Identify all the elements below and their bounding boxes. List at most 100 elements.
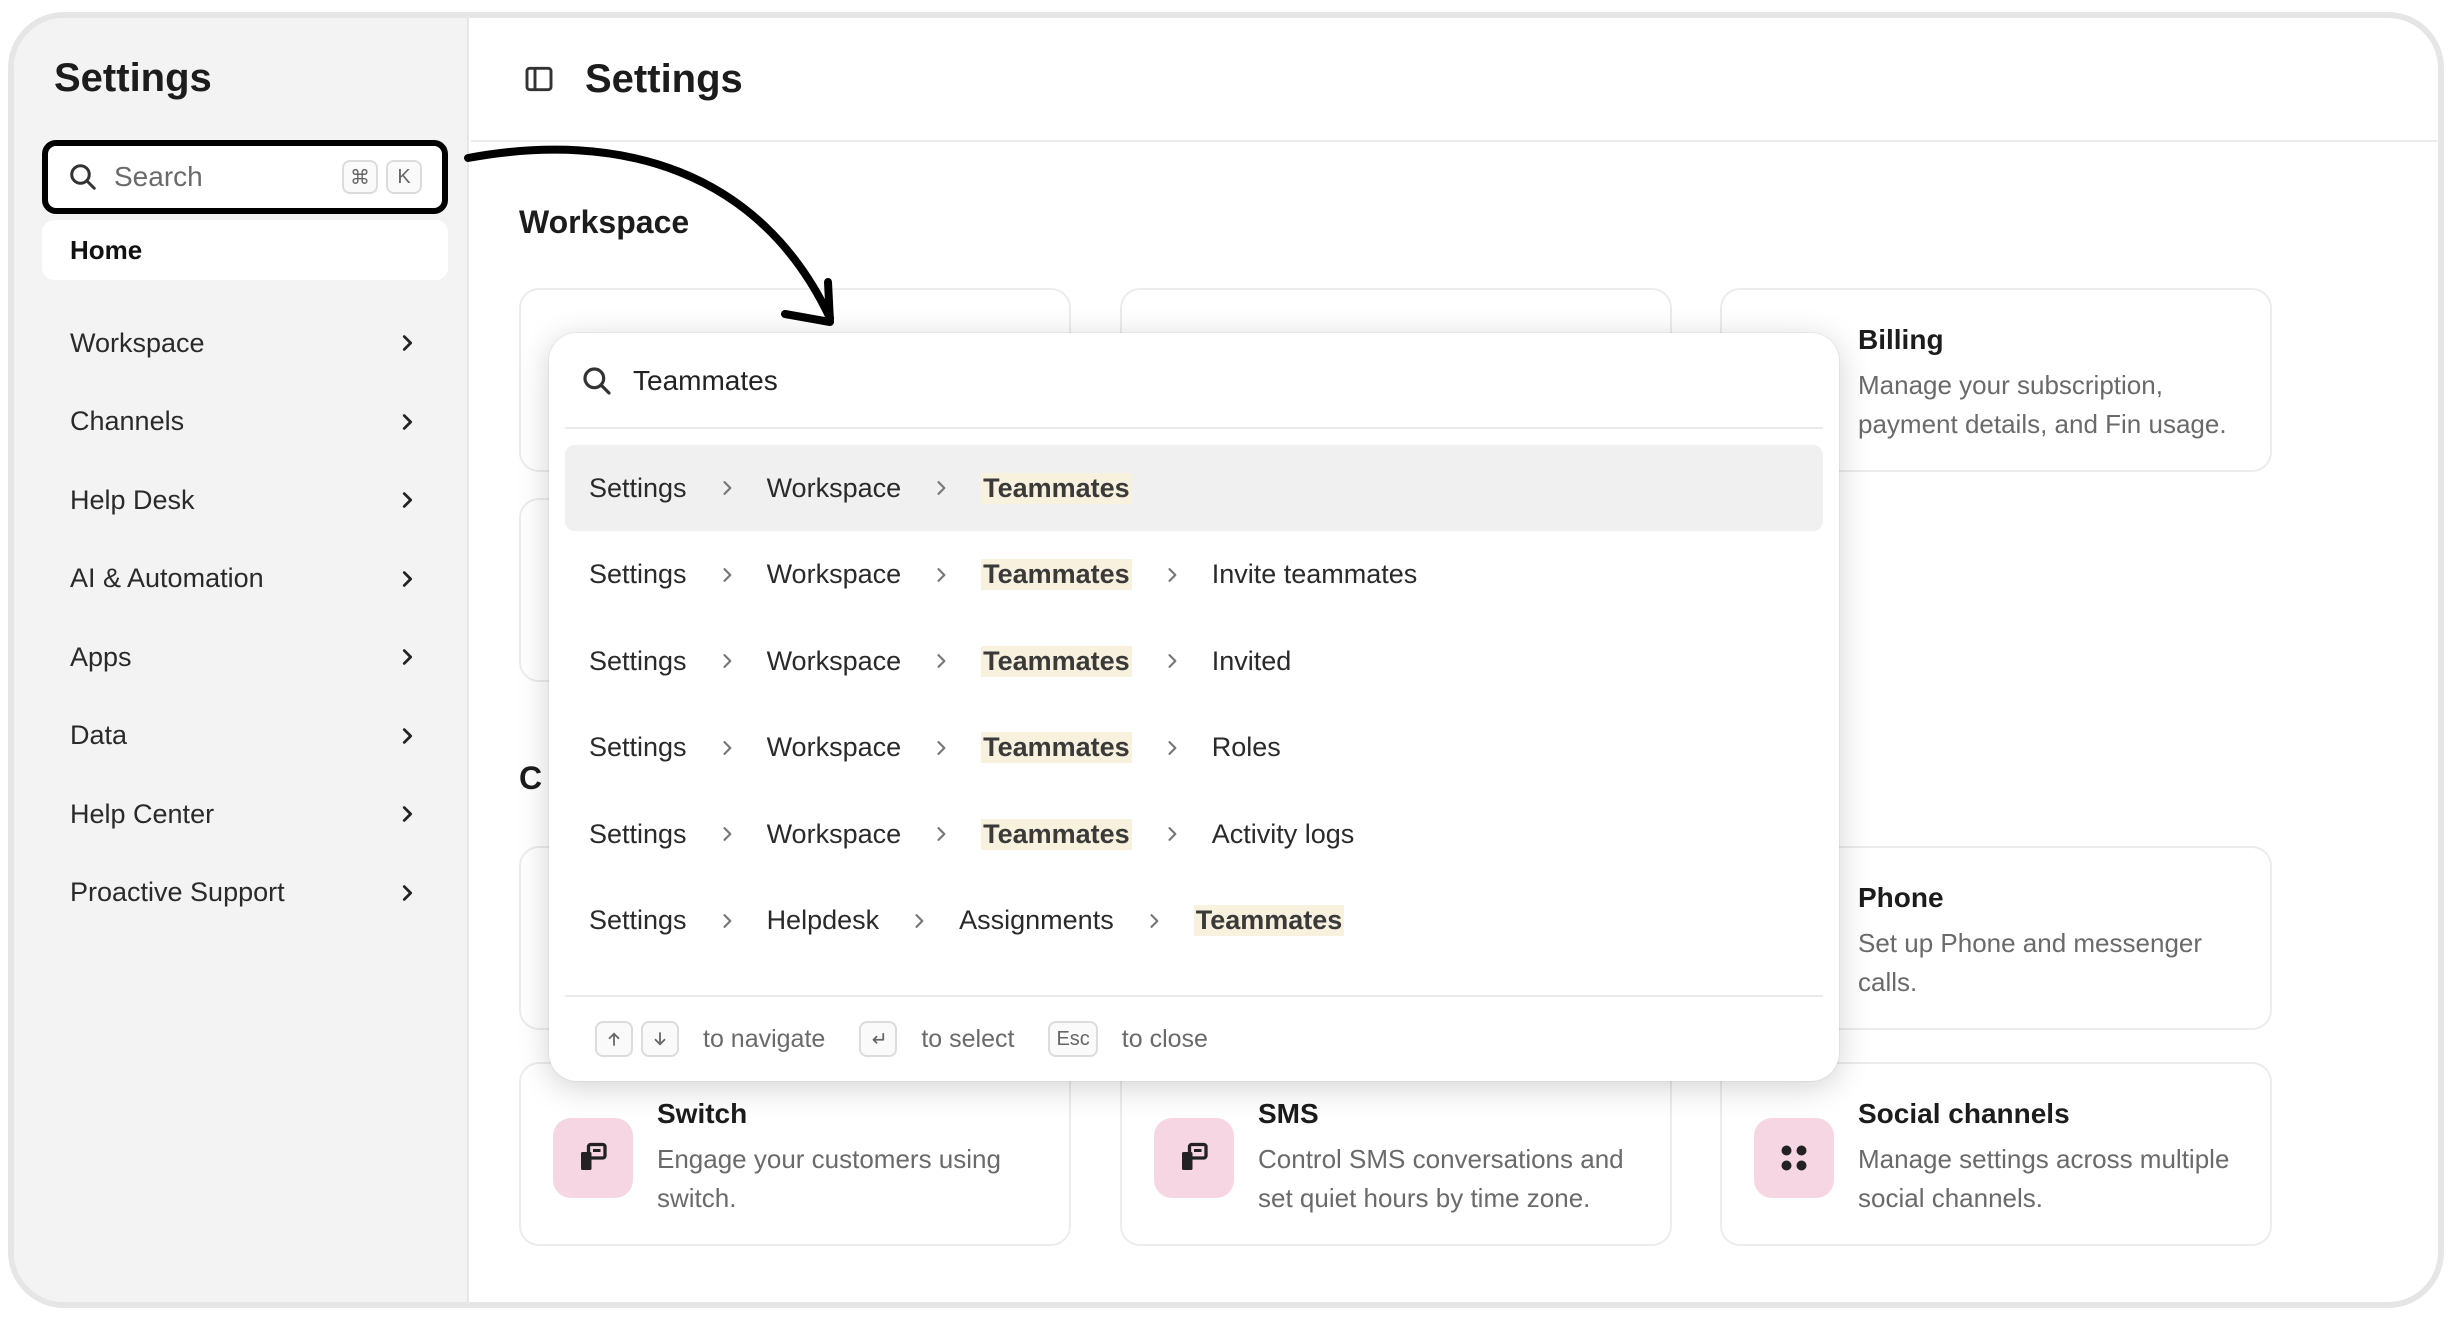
sidebar-item-home[interactable]: Home [42, 220, 448, 280]
breadcrumb-segment: Settings [589, 559, 687, 589]
sidebar-item-channels[interactable]: Channels [42, 383, 448, 462]
chevron-right-icon [402, 727, 413, 744]
chevron-right-icon [722, 567, 731, 582]
search-result-row[interactable]: Settings Workspace Teammates Activity logs [565, 791, 1823, 877]
footer-select-label: to select [921, 1024, 1015, 1053]
chevron-right-icon [722, 740, 731, 755]
palette-search-query: Teammates [633, 365, 778, 396]
breadcrumb-highlight: Teammates [981, 645, 1132, 677]
sidebar-item-label: Apps [70, 641, 132, 672]
card-title: Switch [657, 1098, 748, 1129]
chevron-right-icon [402, 335, 413, 352]
sidebar-nav: Workspace Channels Help Desk AI & Automa… [42, 304, 448, 932]
section-title-channels: C [519, 760, 543, 796]
chevron-right-icon [402, 884, 413, 901]
breadcrumb-segment: Helpdesk [766, 905, 880, 935]
sidebar-item-help-center[interactable]: Help Center [42, 775, 448, 854]
search-result-row[interactable]: Settings Workspace Teammates Invite teammat… [565, 532, 1823, 618]
card-description: Engage your customers using switch. [657, 1144, 1001, 1213]
sidebar-toggle-icon[interactable] [523, 63, 555, 95]
sidebar-title: Settings [54, 56, 212, 100]
breadcrumb-segment: Settings [589, 818, 687, 849]
chevron-right-icon [1168, 740, 1177, 755]
sidebar-item-label: Proactive Support [70, 877, 285, 908]
arrow-down-key [641, 1021, 679, 1057]
card-title: Phone [1858, 882, 1944, 913]
sidebar-item-label: Data [70, 720, 128, 751]
search-icon [70, 164, 96, 190]
sidebar-item-proactive-support[interactable]: Proactive Support [42, 854, 448, 933]
card-description: Manage your subscription, payment detail… [1858, 370, 2227, 439]
chevron-right-icon [937, 740, 946, 755]
search-icon [583, 367, 611, 395]
breadcrumb-highlight: Teammates [981, 732, 1132, 763]
chevron-right-icon [937, 567, 946, 582]
chevron-right-icon [1168, 567, 1177, 582]
breadcrumb-segment: Workspace [766, 645, 902, 676]
chevron-right-icon [402, 570, 413, 587]
arrow-up-key [595, 1021, 633, 1057]
breadcrumb-segment: Settings [589, 645, 687, 676]
sidebar-item-apps[interactable]: Apps [42, 618, 448, 697]
switch-card[interactable]: Switch Engage your customers using switc… [519, 1062, 1071, 1246]
sidebar-item-data[interactable]: Data [42, 697, 448, 776]
social-channels-card[interactable]: Social channels Manage settings across m… [1720, 1062, 2272, 1246]
breadcrumb-segment: Workspace [766, 732, 902, 762]
card-title: SMS [1258, 1098, 1319, 1129]
chevron-right-icon [937, 654, 946, 668]
settings-window: Settings Search ⌘ K Home Workspace Chann… [8, 12, 2444, 1308]
chevron-right-icon [722, 827, 731, 841]
breadcrumb-segment: Roles [1211, 732, 1281, 762]
search-result-row[interactable]: Settings Workspace Teammates Roles [565, 705, 1823, 791]
search-result-row[interactable]: Settings Helpdesk Assignments Teammates [565, 878, 1823, 964]
sidebar-item-label: Channels [70, 406, 185, 437]
sidebar-item-help-desk[interactable]: Help Desk [42, 461, 448, 540]
breadcrumb-segment: Assignments [959, 905, 1114, 935]
breadcrumb-segment: Settings [589, 732, 687, 762]
sidebar-item-label: Workspace [70, 327, 205, 358]
search-result-row[interactable]: Settings Workspace Teammates Invited [565, 618, 1823, 704]
breadcrumb-segment: Invited [1211, 645, 1292, 676]
sidebar-search-button[interactable]: Search ⌘ K [42, 140, 448, 214]
breadcrumb-segment: Workspace [766, 559, 902, 589]
card-description: Manage settings across multiple social c… [1858, 1144, 2230, 1213]
card-title: Billing [1858, 324, 1944, 355]
card-description: Set up Phone and messenger calls. [1858, 928, 2203, 997]
palette-search-field[interactable]: Teammates [549, 333, 1839, 429]
breadcrumb-highlight: Teammates [981, 472, 1132, 504]
footer-navigate-label: to navigate [703, 1024, 826, 1053]
chevron-right-icon [722, 654, 731, 668]
divider [565, 995, 1823, 997]
footer-close-label: to close [1121, 1024, 1208, 1053]
search-label: Search [114, 161, 203, 192]
command-palette: Teammates Settings Workspace Teammates Sett… [549, 333, 1839, 1081]
sidebar: Settings Search ⌘ K Home Workspace Chann… [14, 18, 469, 1302]
sidebar-item-ai-automation[interactable]: AI & Automation [42, 540, 448, 619]
search-result-row[interactable]: Settings Workspace Teammates [565, 445, 1823, 531]
divider [565, 427, 1823, 429]
results-list: Settings Workspace Teammates Settings Worksp… [565, 445, 1823, 964]
sidebar-item-workspace[interactable]: Workspace [42, 304, 448, 383]
chevron-right-icon [402, 806, 413, 823]
shortcut-cmd-key: ⌘ [342, 160, 378, 194]
card-description: Control SMS conversations and set quiet … [1258, 1144, 1624, 1213]
card-title: Social channels [1858, 1098, 2070, 1129]
chevron-right-icon [402, 492, 413, 509]
breadcrumb-segment: Workspace [766, 472, 902, 503]
breadcrumb-segment: Workspace [766, 818, 902, 849]
chevron-right-icon [915, 913, 924, 928]
breadcrumb-segment: Settings [589, 472, 687, 503]
palette-footer: to navigate to select Esc to close [595, 1017, 1242, 1061]
breadcrumb-highlight: Teammates [981, 818, 1132, 850]
enter-key [859, 1021, 898, 1057]
sidebar-item-label: AI & Automation [70, 563, 264, 594]
breadcrumb-segment: Activity logs [1211, 818, 1355, 849]
esc-key: Esc [1048, 1021, 1098, 1057]
chevron-right-icon [937, 827, 946, 841]
chevron-right-icon [402, 649, 413, 666]
chevron-right-icon [402, 413, 413, 430]
chevron-right-icon [722, 913, 731, 928]
chevron-right-icon [1150, 913, 1159, 928]
breadcrumb-segment: Settings [589, 905, 687, 935]
sms-card[interactable]: SMS Control SMS conversations and set qu… [1120, 1062, 1672, 1246]
